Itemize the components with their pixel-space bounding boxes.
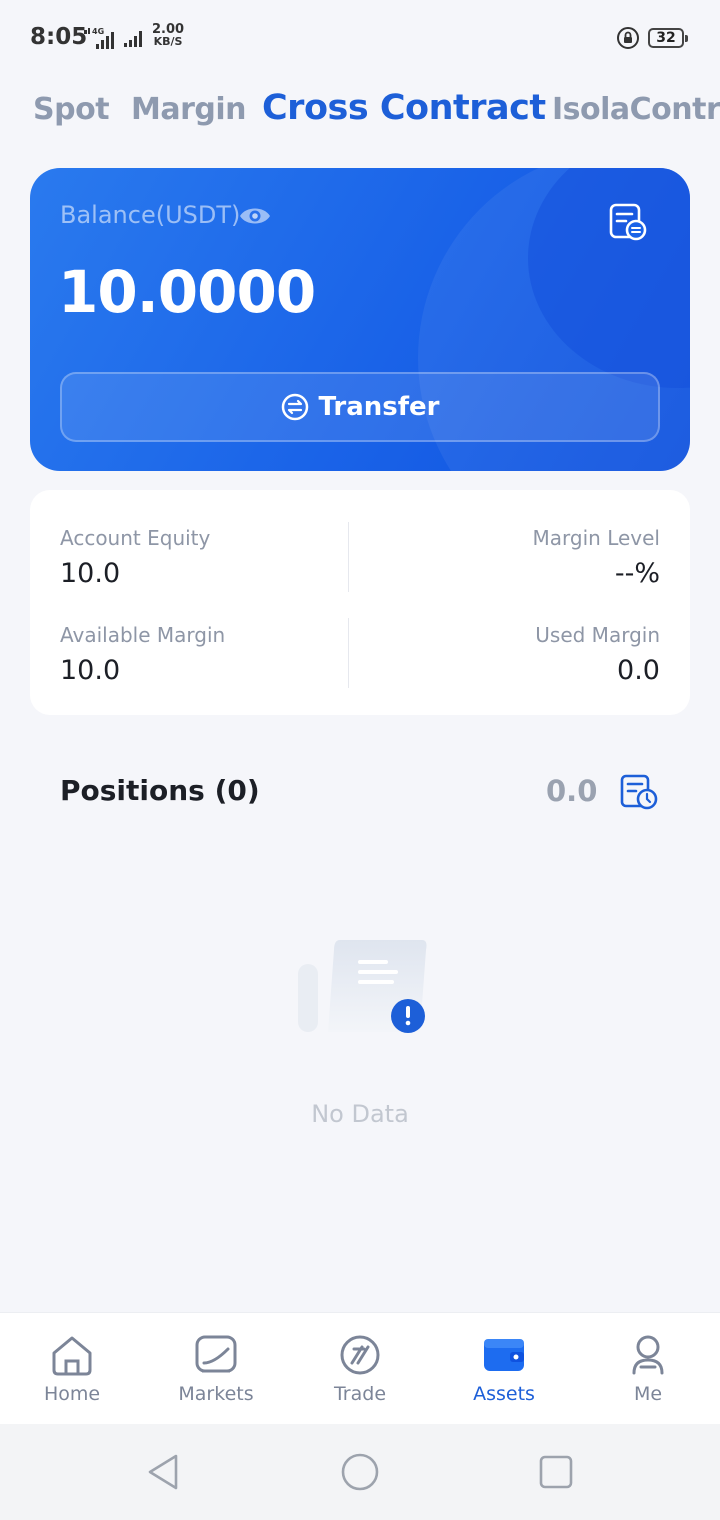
empty-state-illustration [298, 940, 427, 1033]
account-equity-value: 10.0 [60, 558, 121, 589]
transfer-button[interactable]: Transfer [60, 372, 660, 442]
home-icon [52, 1336, 92, 1376]
nav-me-label: Me [633, 1383, 663, 1405]
balance-card: Balance(USDT) 10.0000 Transfer [30, 168, 690, 471]
status-bar: 8:05 4G 2.00 KB/S 32 [0, 0, 720, 80]
battery-indicator: 32 [648, 28, 688, 48]
margin-stats-card: Account Equity 10.0 Margin Level --% Ava… [30, 490, 690, 715]
back-icon[interactable] [142, 1450, 186, 1494]
tab-isolated-contract[interactable]: IsolaContract [552, 92, 720, 127]
balance-label: Balance(USDT) [60, 201, 241, 229]
markets-icon [195, 1335, 237, 1373]
profile-icon [632, 1335, 664, 1375]
nav-trade[interactable]: Trade [288, 1313, 432, 1425]
nav-home[interactable]: Home [0, 1313, 144, 1425]
available-margin-label: Available Margin [60, 623, 226, 647]
balance-value: 10.0000 [58, 258, 316, 326]
recents-icon[interactable] [534, 1450, 578, 1494]
nav-trade-label: Trade [333, 1383, 387, 1405]
trade-icon [340, 1335, 380, 1375]
used-margin-value: 0.0 [617, 655, 660, 686]
network-type: 4G [92, 27, 104, 36]
positions-title: Positions (0) [60, 774, 260, 807]
nav-assets-label: Assets [473, 1383, 535, 1405]
eye-icon[interactable] [238, 204, 272, 228]
bottom-nav: Home Markets Trade Assets Me [0, 1312, 720, 1424]
tab-cross-contract[interactable]: Cross Contract [262, 88, 546, 128]
stats-divider-top [348, 522, 349, 592]
tab-margin[interactable]: Margin [131, 92, 247, 127]
wallet-icon [484, 1339, 524, 1371]
network-speed-unit: KB/S [153, 35, 183, 48]
nav-assets[interactable]: Assets [432, 1313, 576, 1425]
transfer-icon [281, 393, 308, 421]
transfer-label: Transfer [318, 392, 440, 422]
nav-markets-label: Markets [178, 1383, 254, 1405]
positions-value: 0.0 [546, 774, 598, 808]
nav-home-label: Home [43, 1383, 101, 1405]
account-equity-label: Account Equity [60, 526, 211, 550]
margin-level-label: Margin Level [532, 526, 660, 550]
available-margin-value: 10.0 [60, 655, 121, 686]
account-tabs: Spot Margin Cross Contract IsolaContract [0, 88, 720, 144]
position-history-icon[interactable] [620, 774, 658, 810]
empty-state-text: No Data [311, 1100, 409, 1128]
transfer-records-icon[interactable] [608, 202, 648, 242]
margin-level-value: --% [614, 558, 660, 589]
status-time: 8:05 [30, 24, 88, 50]
home-circle-icon[interactable] [338, 1450, 382, 1494]
network-speed: 2.00 KB/S [152, 23, 184, 48]
nav-me[interactable]: Me [576, 1313, 720, 1425]
cellular-signal-2-icon [124, 31, 142, 47]
used-margin-label: Used Margin [535, 623, 660, 647]
system-navigation-bar [0, 1424, 720, 1520]
nav-markets[interactable]: Markets [144, 1313, 288, 1425]
tab-spot[interactable]: Spot [33, 92, 110, 127]
stats-divider-bottom [348, 618, 349, 688]
rotation-lock-icon [617, 27, 639, 49]
cellular-signal-icon: 4G [84, 27, 114, 49]
